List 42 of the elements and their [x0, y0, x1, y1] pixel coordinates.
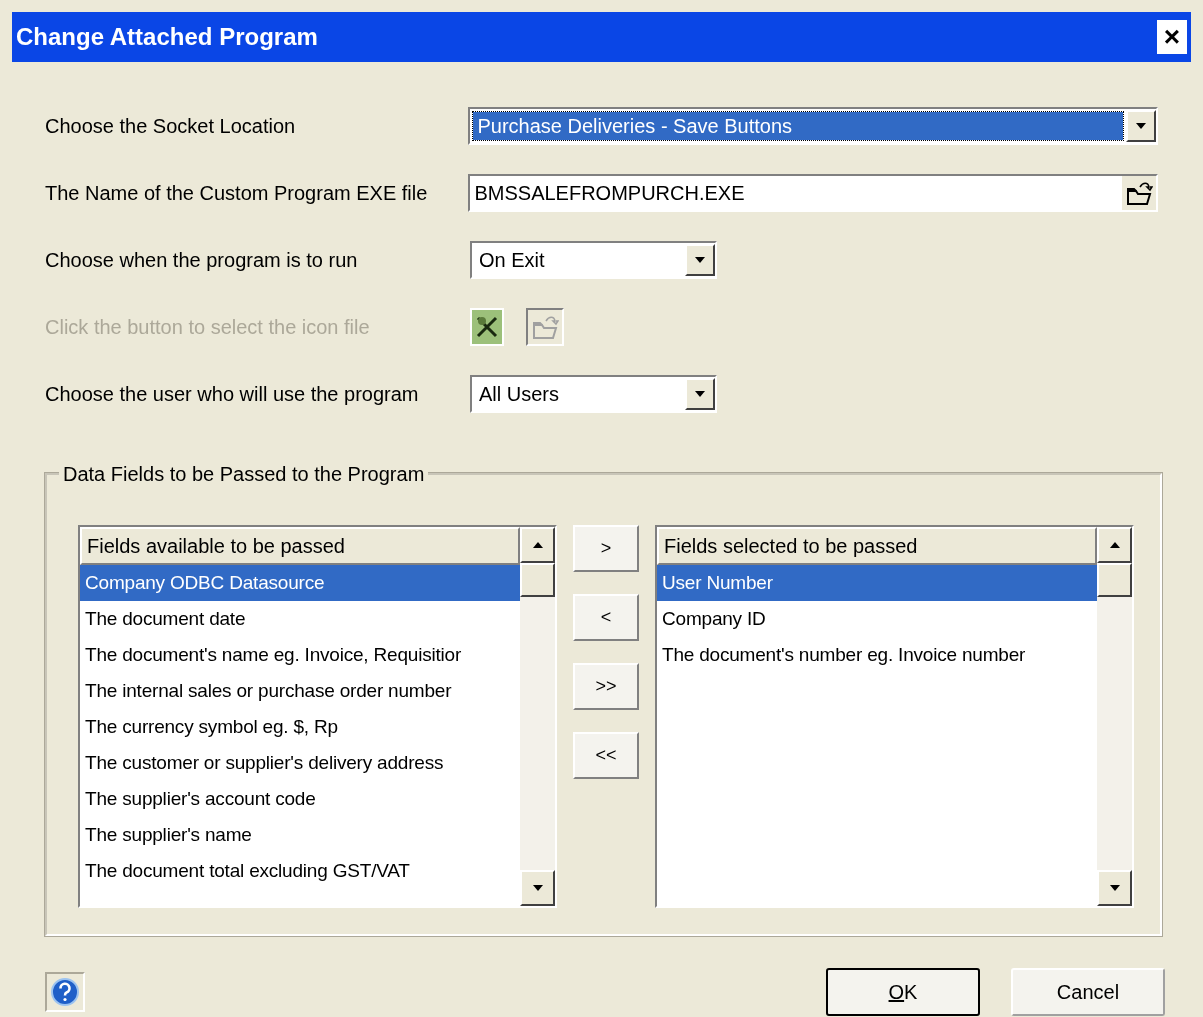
field-label: Choose the user who will use the program [45, 381, 420, 407]
field-label: Choose the Socket Location [45, 113, 297, 139]
scroll-bar[interactable] [1097, 527, 1132, 906]
scroll-thumb[interactable] [520, 563, 555, 597]
field-label: The Name of the Custom Program EXE file [45, 180, 429, 206]
list-item[interactable]: The internal sales or purchase order number [80, 673, 520, 709]
list-item[interactable]: The currency symbol eg. $, Rp [80, 709, 520, 745]
ok-button[interactable]: OK [826, 968, 980, 1016]
open-folder-icon[interactable] [1122, 175, 1156, 210]
list-item[interactable]: The customer or supplier's delivery address [80, 745, 520, 781]
list-item[interactable]: The document total excluding GST/VAT [80, 853, 520, 889]
move-button[interactable]: >> [573, 663, 639, 710]
list-item[interactable]: The supplier's account code [80, 781, 520, 817]
dropdown[interactable]: Purchase Deliveries - Save Buttons [468, 106, 1158, 145]
tools-icon[interactable] [470, 307, 504, 346]
list-item[interactable]: User Number [657, 565, 1097, 601]
scroll-down-icon[interactable] [1097, 870, 1132, 906]
field-label: Click the button to select the icon file [45, 314, 371, 340]
move-button[interactable]: << [573, 732, 639, 779]
list-item[interactable]: The document's name eg. Invoice, Requisitior [80, 637, 520, 673]
close-button[interactable]: × [1157, 20, 1187, 54]
move-button[interactable]: < [573, 594, 639, 641]
window-title: Change Attached Program [16, 22, 318, 52]
cancel-button[interactable]: Cancel [1011, 968, 1165, 1016]
scroll-thumb[interactable] [1097, 563, 1132, 597]
help-icon[interactable] [45, 972, 85, 1012]
list-header[interactable]: Fields selected to be passed [657, 527, 1097, 565]
move-button[interactable]: > [573, 525, 639, 572]
list-item[interactable]: Company ODBC Datasource [80, 565, 520, 601]
field-label: Choose when the program is to run [45, 247, 359, 273]
scroll-down-icon[interactable] [520, 870, 555, 906]
file-name-field[interactable]: BMSSALEFROMPURCH.EXE [468, 173, 1158, 212]
list-item[interactable]: The supplier's name [80, 817, 520, 853]
scroll-bar[interactable] [520, 527, 555, 906]
scroll-up-icon[interactable] [520, 527, 555, 563]
dropdown[interactable]: All Users [470, 374, 717, 413]
list-header[interactable]: Fields available to be passed [80, 527, 520, 565]
scroll-up-icon[interactable] [1097, 527, 1132, 563]
list-item[interactable]: The document date [80, 601, 520, 637]
list-item[interactable]: The document's number eg. Invoice number [657, 637, 1097, 673]
dropdown[interactable]: On Exit [470, 240, 717, 279]
list-item[interactable]: Company ID [657, 601, 1097, 637]
